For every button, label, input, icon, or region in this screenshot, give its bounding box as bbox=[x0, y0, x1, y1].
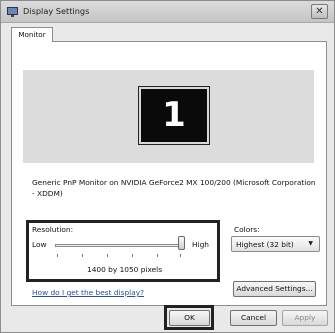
slider-tick bbox=[57, 254, 58, 257]
colors-dropdown[interactable]: Highest (32 bit) ▼ bbox=[231, 236, 320, 252]
resolution-low-label: Low bbox=[32, 240, 47, 249]
best-display-help-link[interactable]: How do I get the best display? bbox=[32, 288, 144, 297]
slider-tick bbox=[82, 254, 83, 257]
ok-button[interactable]: OK bbox=[169, 310, 210, 326]
colors-label: Colors: bbox=[234, 225, 260, 234]
chevron-down-icon: ▼ bbox=[308, 240, 313, 247]
title-bar[interactable]: Display Settings ✕ bbox=[1, 1, 334, 23]
close-icon: ✕ bbox=[315, 6, 324, 17]
resolution-value: 1400 by 1050 pixels bbox=[87, 265, 163, 274]
slider-tick bbox=[132, 254, 133, 257]
colors-selected-value: Highest (32 bit) bbox=[236, 240, 294, 249]
monitor-1-thumbnail[interactable]: 1 bbox=[138, 86, 210, 145]
tab-monitor[interactable]: Monitor bbox=[11, 27, 53, 42]
apply-button[interactable]: Apply bbox=[282, 310, 328, 326]
close-button[interactable]: ✕ bbox=[311, 4, 328, 19]
advanced-settings-button[interactable]: Advanced Settings... bbox=[233, 281, 316, 297]
display-settings-window: Display Settings ✕ Monitor 1 Generic PnP… bbox=[0, 0, 335, 333]
resolution-label: Resolution: bbox=[32, 225, 74, 234]
monitor-description: Generic PnP Monitor on NVIDIA GeForce2 M… bbox=[32, 178, 316, 198]
window-title: Display Settings bbox=[23, 6, 90, 16]
resolution-high-label: High bbox=[192, 240, 209, 249]
display-icon bbox=[7, 7, 18, 17]
resolution-slider-track[interactable] bbox=[55, 244, 181, 247]
slider-tick bbox=[180, 254, 181, 257]
monitor-number: 1 bbox=[162, 95, 186, 135]
cancel-button[interactable]: Cancel bbox=[230, 310, 277, 326]
slider-tick bbox=[157, 254, 158, 257]
slider-tick bbox=[107, 254, 108, 257]
resolution-slider-thumb[interactable] bbox=[177, 236, 185, 250]
